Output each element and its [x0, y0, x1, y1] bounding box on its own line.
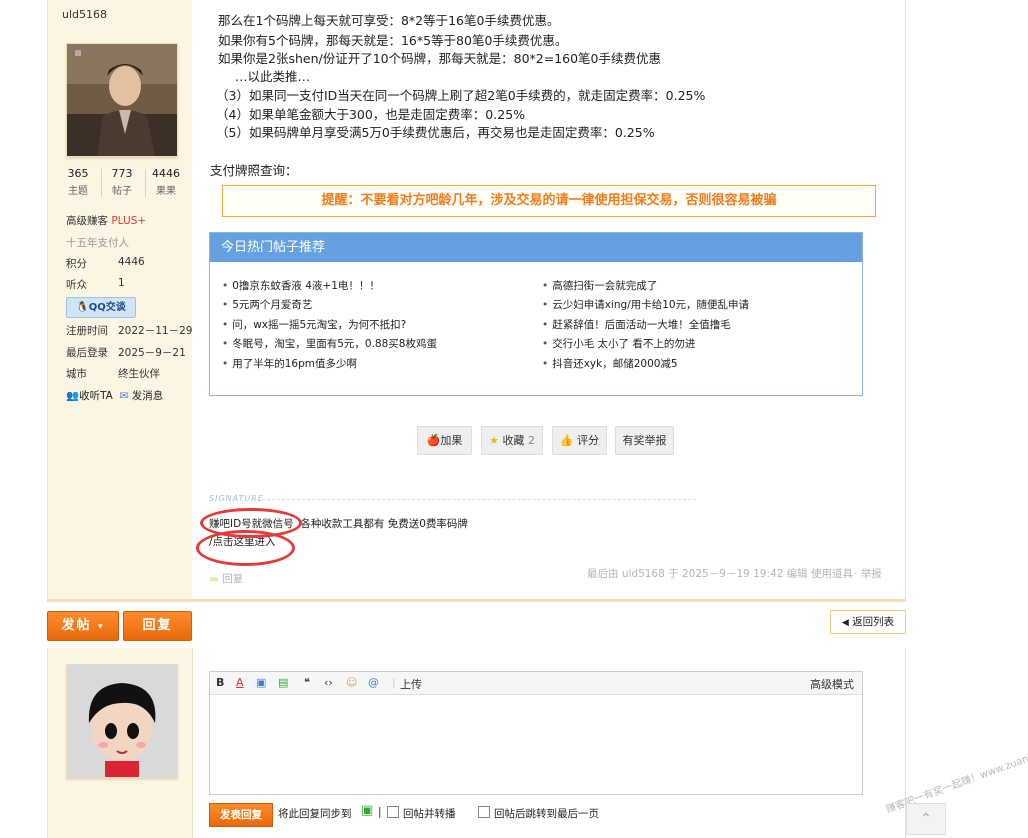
hot-post-link[interactable]: 用了半年的16pm值多少啊 [222, 356, 357, 371]
qq-chat-button[interactable]: 🐧QQ交谈 [66, 297, 136, 318]
post-line: （5）如果码牌单月享受满5万0手续费优惠后，再交易也是走固定费率：0.25% [216, 125, 655, 140]
repost-checkbox[interactable]: 回帖并转播 [387, 806, 456, 821]
quote-icon[interactable]: ❝ [304, 676, 310, 689]
sync-weibo-icon[interactable]: ▣ [361, 803, 373, 818]
checkbox-icon [387, 806, 399, 818]
rate-button[interactable]: 👍 评分 [552, 426, 607, 455]
author-city: 城市 终生伙伴 [66, 368, 160, 380]
avatar-photo-icon [67, 44, 177, 156]
stat-threads[interactable]: 365 主题 [58, 167, 98, 197]
post-divider [47, 599, 906, 602]
hot-post-link[interactable]: 0撸京东蚊香液 4液+1电！！！ [222, 278, 380, 293]
author-stats: 365 主题 773 帖子 4446 果果 [58, 167, 186, 199]
apple-icon: 🍎 [426, 434, 441, 447]
back-to-top-button[interactable]: ⌃ [906, 803, 946, 835]
reply-icon: ▬ [209, 573, 219, 585]
advanced-mode-link[interactable]: 高级模式 [810, 676, 854, 692]
hot-post-link[interactable]: 交行小毛 太小了 看不上的勿进 [542, 336, 695, 351]
post-line-partial [218, 0, 222, 7]
author-register-date: 注册时间 2022－11－29 [66, 325, 193, 337]
author-sidebar: uld5168 365 主题 773 帖子 4446 果果 高级赚客 PLUS+ 十五… [47, 0, 193, 600]
hot-posts-box: 今日热门帖子推荐 0撸京东蚊香液 4液+1电！！！ 5元两个月爱奇艺 问，wx摇… [209, 232, 863, 396]
bold-icon[interactable]: B [216, 676, 224, 689]
favorite-button[interactable]: ★ 收藏 2 [481, 426, 543, 455]
chevron-down-icon: ▾ [98, 622, 105, 632]
stat-fruit[interactable]: 4446 果果 [146, 167, 186, 197]
submit-reply-button[interactable]: 发表回复 [209, 803, 273, 827]
post-line: （4）如果单笔金额大于300，也是走固定费率：0.25% [216, 107, 526, 122]
message-button[interactable]: ✉ 发消息 [120, 390, 164, 402]
checkbox-icon [478, 806, 490, 818]
author-name[interactable]: uld5168 [62, 8, 107, 21]
chevron-left-icon: ◀ [841, 618, 849, 628]
follow-icon: 👥 [66, 390, 80, 402]
new-post-button[interactable]: 发帖 ▾ [47, 611, 119, 641]
report-link[interactable]: · 举报 [854, 566, 882, 581]
font-color-icon[interactable]: A [236, 676, 244, 689]
reply-textarea[interactable] [210, 695, 862, 793]
chevron-up-icon: ⌃ [920, 811, 932, 827]
reply-button[interactable]: 回复 [123, 611, 192, 641]
upload-button[interactable]: 上传 [400, 676, 422, 692]
sync-divider: | [378, 806, 382, 818]
star-icon: ★ [489, 434, 499, 447]
hot-post-link[interactable]: 冬眠号，淘宝，里面有5元，0.88买8枚鸡蛋 [222, 336, 437, 351]
qq-icon: 🐧 [76, 302, 89, 313]
report-reward-button[interactable]: 有奖举报 [615, 426, 674, 455]
post-line: 如果你有5个码牌，那每天就是：16*5等于80笔0手续费优惠。 [218, 33, 568, 48]
author-points: 积分 4446 [66, 256, 145, 270]
jump-last-checkbox[interactable]: 回帖后跳转到最后一页 [478, 806, 599, 821]
back-to-list-button[interactable]: ◀ 返回列表 [830, 610, 906, 634]
post-line: 如果你是2张shen/份证开了10个码牌，那每天就是：80*2=160笔0手续费… [218, 51, 662, 66]
edit-footer: 最后由 uld5168 于 2025－9－19 19:42 编辑 使用道具 [587, 568, 854, 580]
cartoon-avatar-icon [67, 665, 177, 777]
hot-post-link[interactable]: 抖音还xyk，邮储2000减5 [542, 356, 677, 371]
author-group[interactable]: 高级赚客 PLUS+ [66, 213, 146, 228]
my-avatar[interactable] [66, 664, 178, 778]
author-last-login: 最后登录 2025－9－21 [66, 347, 186, 359]
hot-post-link[interactable]: 5元两个月爱奇艺 [222, 297, 312, 312]
highlight-oval [196, 530, 295, 566]
sync-label: 将此回复同步到 [278, 808, 352, 820]
reply-editor: B A ▣ ▤ ❝ ‹› ☺ @ | 上传 高级模式 [209, 671, 863, 795]
hot-post-link[interactable]: 高德扫街一会就完成了 [542, 278, 657, 293]
mention-icon[interactable]: @ [368, 676, 379, 689]
post-line: …以此类推… [235, 69, 311, 84]
hot-post-link[interactable]: 云少妇申请xing/用卡给10元，随便乱申请 [542, 297, 749, 312]
hot-post-link[interactable]: 赶紧辞值！后面活动一大堆！全值撸毛 [542, 317, 731, 332]
stat-posts[interactable]: 773 帖子 [102, 167, 142, 197]
post-line: 那么在1个码牌上每天就可享受：8*2等于16笔0手续费优惠。 [218, 13, 560, 28]
author-actions: 👥收听TA ✉ 发消息 [66, 388, 163, 403]
hot-post-link[interactable]: 问，wx摇一摇5元淘宝，为何不抵扣? [222, 317, 406, 332]
author-avatar[interactable] [66, 43, 178, 157]
signature-divider [262, 499, 696, 500]
emoji-icon[interactable]: ☺ [346, 676, 357, 689]
mail-icon: ✉ [119, 390, 129, 402]
license-query: 支付牌照查询： [210, 163, 298, 178]
author-custom-title: 十五年支付人 [66, 237, 129, 249]
thumb-icon: 👍 [559, 434, 574, 447]
hot-posts-title: 今日热门帖子推荐 [210, 233, 862, 262]
warning-banner: 提醒：不要看对方吧龄几年，涉及交易的请一律使用担保交易，否则很容易被骗 [222, 185, 876, 217]
signature-label: SIGNATURE [209, 494, 264, 503]
follow-button[interactable]: 👥收听TA [66, 390, 113, 402]
toolbar-divider: | [392, 676, 396, 689]
reply-sidebar [47, 648, 193, 838]
reply-link[interactable]: ▬ 回复 [209, 571, 243, 586]
attachment-icon[interactable]: ▤ [278, 676, 288, 689]
code-icon[interactable]: ‹› [324, 676, 333, 689]
add-fruit-button[interactable]: 🍎加果 [417, 426, 472, 455]
post-line: （3）如果同一支付ID当天在同一个码牌上刷了超2笔0手续费的，就走固定费率：0.… [216, 88, 706, 103]
image-icon[interactable]: ▣ [256, 676, 266, 689]
author-listeners: 听众 1 [66, 277, 125, 291]
editor-toolbar: B A ▣ ▤ ❝ ‹› ☺ @ | 上传 高级模式 [210, 672, 862, 695]
